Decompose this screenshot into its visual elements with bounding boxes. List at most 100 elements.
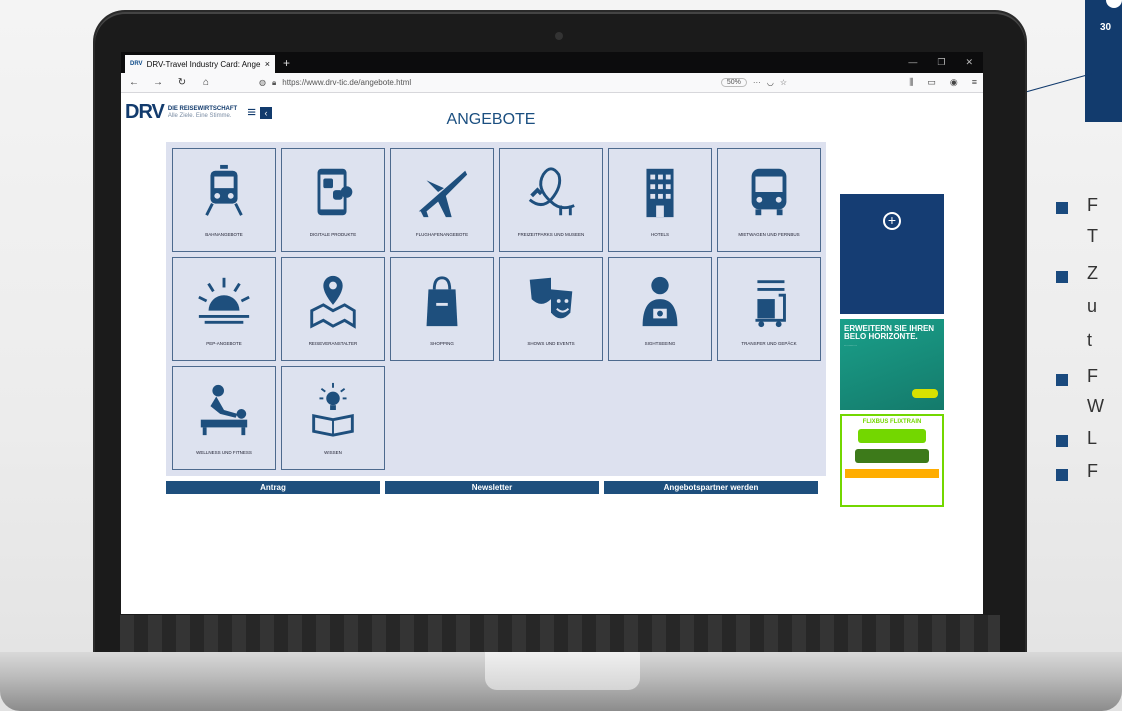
train-image [855, 449, 929, 463]
laptop-screen: DRV DRV-Travel Industry Card: Ange × + —… [121, 52, 983, 614]
category-label: PEP-ANGEBOTE [206, 341, 242, 346]
newsletter-button[interactable]: Newsletter [385, 481, 599, 494]
back-icon[interactable]: ← [127, 77, 141, 88]
massage-icon [195, 367, 253, 444]
laptop-hinge [120, 615, 1000, 655]
close-window-icon[interactable]: ✕ [965, 57, 973, 68]
forward-icon[interactable]: → [151, 77, 165, 88]
callout-box [1085, 0, 1122, 122]
category-label: MIETWAGEN UND FERNBUS [738, 232, 800, 237]
category-tile[interactable]: MIETWAGEN UND FERNBUS [717, 148, 821, 252]
bullet-square [1056, 271, 1068, 283]
bookmark-star-icon[interactable]: ☆ [780, 78, 787, 87]
bullet-text: W [1087, 396, 1104, 416]
bullet-square [1056, 202, 1068, 214]
category-tile[interactable]: PEP-ANGEBOTE [172, 257, 276, 361]
partner-button[interactable]: Angebotspartner werden [604, 481, 818, 494]
restore-icon[interactable]: ❐ [937, 57, 945, 68]
bus-icon [740, 149, 798, 226]
luggage-cart-icon [740, 258, 798, 335]
theater-masks-icon [522, 258, 580, 335]
category-tile[interactable]: TRANSFER UND GEPÄCK [717, 257, 821, 361]
bullet-text: T [1087, 226, 1098, 246]
close-tab-icon[interactable]: × [265, 59, 270, 69]
drv-favicon-icon: DRV [130, 61, 143, 67]
category-label: HOTELS [650, 232, 669, 237]
bullet-text: F [1087, 461, 1098, 481]
category-label: DIGITALE PRODUKTE [309, 232, 357, 237]
category-label: WELLNESS UND FITNESS [196, 450, 252, 455]
category-label: BAHNANGEBOTE [205, 232, 243, 237]
browser-navbar: ← → ↻ ⌂ ◍ 🔒︎ https://www.drv-tic.de/ange… [121, 73, 983, 93]
category-tile[interactable]: SHOWS UND EVENTS [499, 257, 603, 361]
plus-circle-icon[interactable]: + [883, 212, 901, 230]
category-tile[interactable]: WELLNESS UND FITNESS [172, 366, 276, 470]
rollercoaster-icon [522, 149, 580, 226]
category-label: FREIZEITPARKS UND MUSEEN [517, 232, 585, 237]
category-label: SIGHTSEEING [644, 341, 676, 346]
page-actions-icon[interactable]: ··· [753, 78, 761, 87]
category-label: SHOWS UND EVENTS [527, 341, 575, 346]
bullet-text: F [1087, 366, 1098, 386]
sunny-cars-ad[interactable]: ERWEITERN SIE IHREN BELO HORIZONTE. ····… [840, 319, 944, 410]
ad-headline: FLIXBUS FLIXTRAIN [862, 419, 922, 425]
category-tile[interactable]: FREIZEITPARKS UND MUSEEN [499, 148, 603, 252]
category-label: SHOPPING [430, 341, 454, 346]
shopping-bag-icon [413, 258, 471, 335]
antrag-button[interactable]: Antrag [166, 481, 380, 494]
category-tile[interactable]: SHOPPING [390, 257, 494, 361]
lock-icon: 🔒︎ [271, 77, 277, 87]
url-bar[interactable]: ◍ 🔒︎ https://www.drv-tic.de/angebote.htm… [253, 75, 793, 90]
pocket-icon[interactable]: ◡ [767, 78, 774, 87]
zoom-level[interactable]: 50% [720, 78, 747, 87]
bullet-square [1056, 469, 1068, 481]
tourist-icon [631, 258, 689, 335]
bullet-text: L [1087, 428, 1098, 448]
sunrise-icon [195, 258, 253, 335]
shield-icon[interactable]: ◍ [259, 78, 266, 87]
url-text[interactable]: https://www.drv-tic.de/angebote.html [282, 78, 685, 87]
bullet-text: Z [1087, 263, 1098, 283]
home-icon[interactable]: ⌂ [199, 77, 213, 88]
category-tile[interactable]: DIGITALE PRODUKTE [281, 148, 385, 252]
bullet-text: t [1087, 330, 1093, 350]
category-tile[interactable]: WISSEN [281, 366, 385, 470]
toolbar-right: ⫼ ▭ ◉ ≡ [909, 77, 977, 88]
action-bar: Antrag Newsletter Angebotspartner werden [166, 481, 818, 494]
page-title: ANGEBOTE [446, 111, 536, 128]
account-icon[interactable]: ◉ [950, 77, 958, 88]
tab-title: DRV-Travel Industry Card: Ange [146, 59, 261, 69]
new-tab-button[interactable]: + [283, 56, 290, 70]
category-label: REISEVERANSTALTER [308, 341, 358, 346]
map-pin-icon [304, 258, 362, 335]
hotel-icon [631, 149, 689, 226]
flixbus-ad[interactable]: FLIXBUS FLIXTRAIN [840, 414, 944, 507]
category-tile[interactable]: BAHNANGEBOTE [172, 148, 276, 252]
category-tile[interactable]: HOTELS [608, 148, 712, 252]
bullet-square [1056, 435, 1068, 447]
laptop-notch [485, 652, 640, 690]
category-label: WISSEN [324, 450, 342, 455]
browser-tabbar: DRV DRV-Travel Industry Card: Ange × + —… [121, 52, 983, 73]
bullet-square [1056, 374, 1068, 386]
sunny-cars-logo [912, 389, 938, 398]
ad-cta[interactable] [845, 469, 939, 478]
lightbulb-book-icon [304, 367, 362, 444]
sidebar-icon[interactable]: ▭ [927, 77, 936, 88]
reload-icon[interactable]: ↻ [175, 77, 189, 88]
bullet-text: u [1087, 296, 1098, 316]
category-tile[interactable]: SIGHTSEEING [608, 257, 712, 361]
ad-fine-print: ··········· [844, 344, 857, 348]
train-icon [195, 149, 253, 226]
menu-icon[interactable]: ≡ [972, 77, 977, 88]
minimize-icon[interactable]: — [908, 57, 917, 68]
offers-grid: BAHNANGEBOTE DIGITALE PRODUKTE FLUGHAFENAN… [166, 142, 826, 476]
browser-tab[interactable]: DRV DRV-Travel Industry Card: Ange × [125, 55, 275, 73]
camera [555, 32, 563, 40]
library-icon[interactable]: ⫼ [909, 77, 913, 88]
promo-expand-panel[interactable]: + [840, 194, 944, 314]
window-controls: — ❐ ✕ [908, 57, 983, 68]
category-tile[interactable]: REISEVERANSTALTER [281, 257, 385, 361]
category-tile[interactable]: FLUGHAFENANGEBOTE [390, 148, 494, 252]
ad-headline: ERWEITERN SIE IHREN BELO HORIZONTE. [844, 324, 935, 341]
